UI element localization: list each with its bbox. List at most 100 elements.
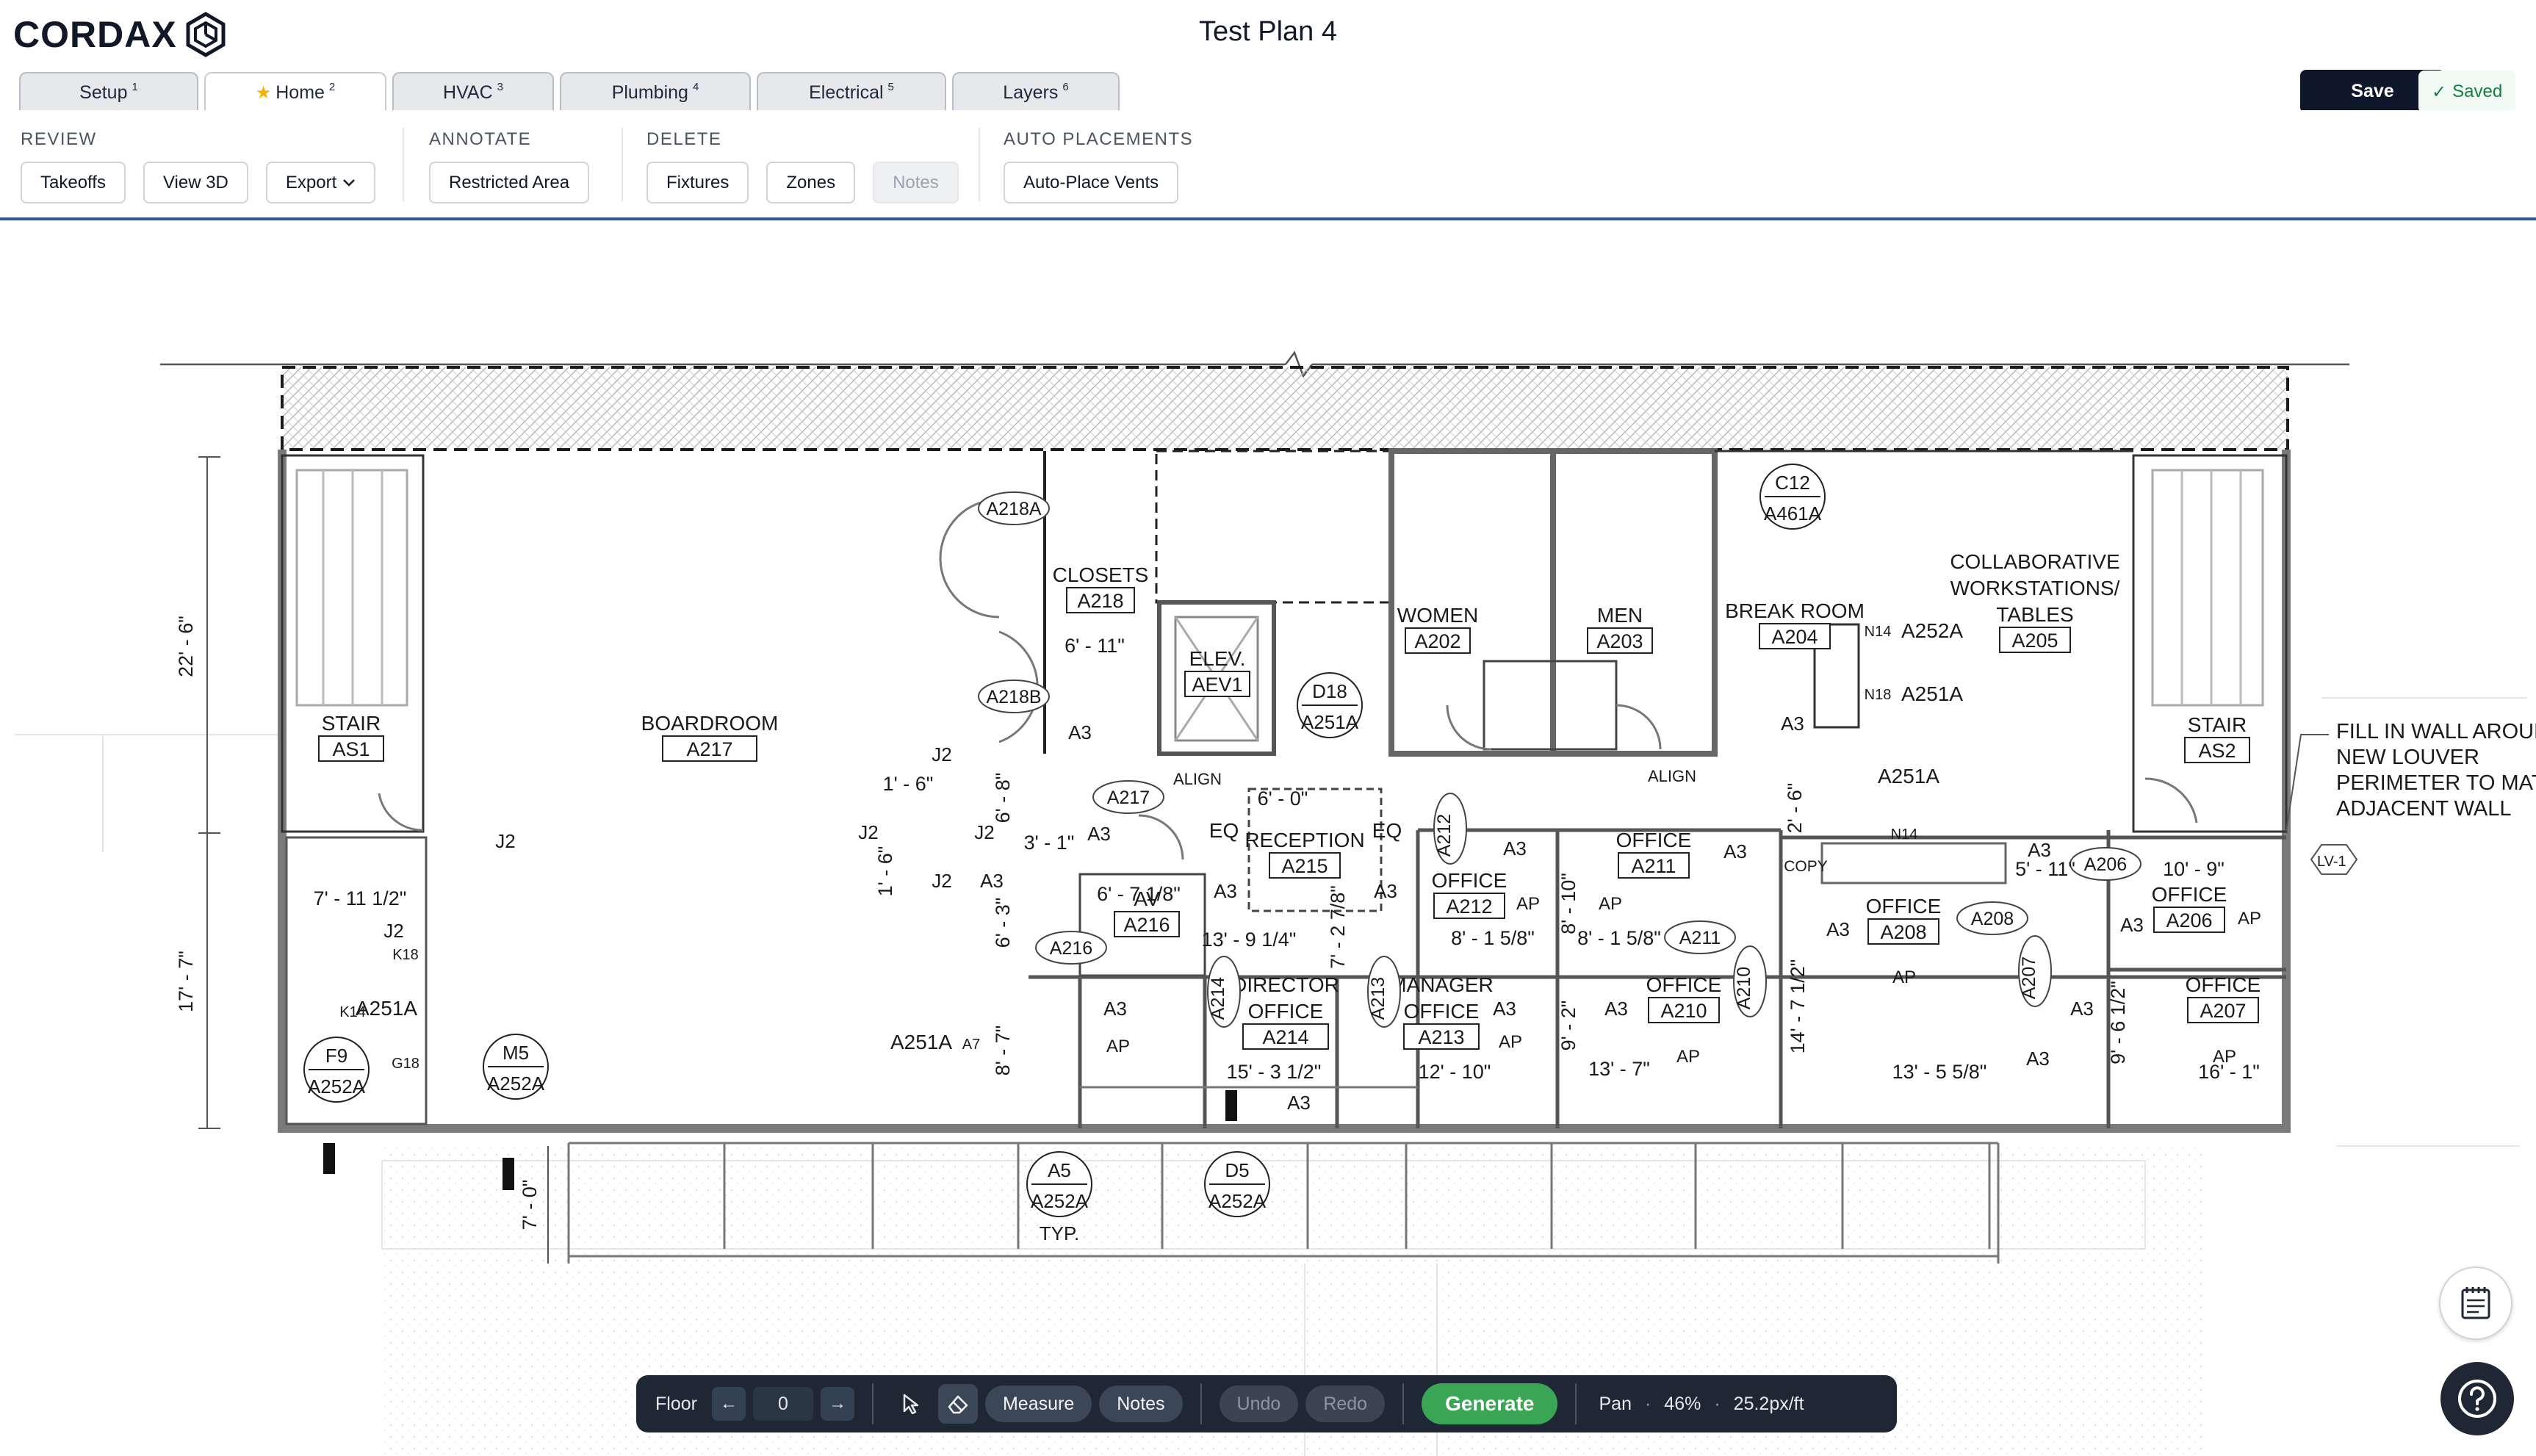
dimension-label: 6' - 7 1/8" xyxy=(1097,883,1181,905)
room-name: OFFICE xyxy=(2186,973,2261,996)
dimension-label: 13' - 7" xyxy=(1588,1058,1650,1080)
callout-top: C12 xyxy=(1775,472,1810,494)
room-tag: A203 xyxy=(1596,630,1643,652)
tab-setup[interactable]: Setup 1 xyxy=(19,72,198,112)
divider xyxy=(1575,1383,1577,1424)
door-tag: A216 xyxy=(1050,938,1092,959)
tab-shortcut: 3 xyxy=(497,81,503,93)
tab-plumbing[interactable]: Plumbing 4 xyxy=(560,72,751,112)
dimension-label: 10' - 9" xyxy=(2163,858,2225,880)
separator-dot: · xyxy=(1714,1393,1721,1414)
eraser-tool-button[interactable] xyxy=(937,1384,978,1424)
room-tag: A204 xyxy=(1771,626,1818,648)
tab-electrical[interactable]: Electrical 5 xyxy=(757,72,946,112)
room-name: TABLES xyxy=(1996,603,2073,626)
callout-bottom: A252A xyxy=(308,1075,366,1098)
group-label: REVIEW xyxy=(21,129,97,149)
generate-button[interactable]: Generate xyxy=(1422,1383,1558,1424)
tab-layers[interactable]: Layers 6 xyxy=(952,72,1120,112)
a3-tag: A3 xyxy=(980,870,1004,892)
note-line-3: PERIMETER TO MATCH xyxy=(2336,771,2536,795)
notepad-icon xyxy=(2461,1287,2490,1319)
redo-button[interactable]: Redo xyxy=(1305,1385,1386,1422)
annotate-group: ANNOTATE Restricted Area xyxy=(429,129,590,203)
zoom-level: 46% xyxy=(1664,1393,1701,1414)
mode-tabs: Setup 1 ★ Home 2 HVAC 3 Plumbing 4 Electrical… xyxy=(19,72,1120,112)
a3-tag: A3 xyxy=(1068,721,1092,743)
a3-tag: A3 xyxy=(1287,1092,1311,1114)
delete-fixtures-button[interactable]: Fixtures xyxy=(646,162,749,203)
saved-label: Saved xyxy=(2452,82,2503,101)
tab-home[interactable]: ★ Home 2 xyxy=(204,72,386,112)
dimension-label: 6' - 11" xyxy=(1065,635,1125,657)
room-tag: A217 xyxy=(686,738,732,760)
a3-tag: A3 xyxy=(2026,1048,2050,1070)
room-tag: A218 xyxy=(1077,590,1123,612)
floor-prev-button[interactable]: ← xyxy=(711,1387,746,1421)
room-tag: A207 xyxy=(2200,1000,2246,1022)
dimension-label: 6' - 8" xyxy=(992,773,1014,823)
dimension-label: 13' - 5 5/8" xyxy=(1892,1061,1987,1083)
ap-tag: AP xyxy=(1676,1047,1700,1067)
notes-panel-button[interactable] xyxy=(2439,1266,2512,1340)
ribbon-toolbar: REVIEW Takeoffs View 3D Export ANNOTATE … xyxy=(0,110,2536,220)
door-tag: A210 xyxy=(1734,967,1754,1009)
view-status: Pan · 46% · 25.2px/ft xyxy=(1594,1394,1804,1415)
tab-hvac[interactable]: HVAC 3 xyxy=(392,72,554,112)
chevron-down-icon xyxy=(343,179,356,187)
divider xyxy=(403,128,404,201)
callout-top: A5 xyxy=(1048,1159,1071,1181)
dimension-label: 8' - 7" xyxy=(992,1026,1014,1076)
view-3d-button[interactable]: View 3D xyxy=(143,162,248,203)
wall-note: FILL IN WALL AROUND NEW LOUVER PERIMETER… xyxy=(2285,720,2536,875)
tab-shortcut: 2 xyxy=(328,81,336,93)
ap-tag: AP xyxy=(1516,894,1540,914)
dimension-label: 1' - 6" xyxy=(874,846,896,897)
room-name: DIRECTOR xyxy=(1232,973,1339,996)
review-group: REVIEW Takeoffs View 3D Export xyxy=(21,129,376,203)
room-tag: A214 xyxy=(1262,1026,1308,1048)
room-name: BREAK ROOM xyxy=(1725,599,1865,622)
a3-tag: A3 xyxy=(1087,823,1111,845)
room-name: RECEPTION xyxy=(1244,829,1364,851)
ap-tag: AP xyxy=(1599,894,1622,914)
export-dropdown[interactable]: Export xyxy=(265,162,376,203)
callout-top: M5 xyxy=(502,1042,529,1064)
notes-tool-button[interactable]: Notes xyxy=(1099,1385,1183,1422)
a3-tag: A3 xyxy=(1781,713,1804,735)
delete-notes-button[interactable]: Notes xyxy=(873,162,959,203)
room-name: OFFICE xyxy=(1404,1000,1480,1023)
delete-zones-button[interactable]: Zones xyxy=(766,162,856,203)
dimension-label: 17' - 7" xyxy=(175,951,197,1012)
tab-label: Home xyxy=(275,82,325,103)
takeoffs-button[interactable]: Takeoffs xyxy=(21,162,126,203)
tab-label: Layers xyxy=(1003,82,1059,103)
eraser-icon xyxy=(948,1395,968,1414)
floor-next-button[interactable]: → xyxy=(820,1387,854,1421)
help-button[interactable] xyxy=(2440,1362,2514,1435)
door-tag: A211 xyxy=(1679,928,1721,948)
room-name: STAIR xyxy=(322,712,381,735)
callout-bottom: A461A xyxy=(1764,502,1822,525)
j2-tag: J2 xyxy=(383,920,403,942)
plan-canvas[interactable]: STAIR AS1 BOARDROOM A217 CLOSETS A218 ELEV. AEV… xyxy=(0,223,2536,1456)
check-icon: ✓ xyxy=(2432,82,2447,102)
dimension-label: 7' - 11 1/2" xyxy=(314,887,407,909)
room-tag: A206 xyxy=(2166,909,2212,931)
dimension-label: 9' - 6 1/2" xyxy=(2107,981,2129,1064)
door-tag: A218B xyxy=(986,687,1041,707)
select-tool-button[interactable] xyxy=(891,1384,931,1424)
group-label: AUTO PLACEMENTS xyxy=(1004,129,1194,149)
align-note: ALIGN xyxy=(1648,767,1696,785)
undo-button[interactable]: Undo xyxy=(1219,1385,1299,1422)
arrow-right-icon: → xyxy=(828,1394,846,1413)
callout-bottom: A252A xyxy=(1031,1190,1089,1212)
restricted-area-button[interactable]: Restricted Area xyxy=(429,162,590,203)
floor-number-field[interactable]: 0 xyxy=(752,1387,813,1421)
mode-label: Pan xyxy=(1599,1393,1632,1414)
group-label: DELETE xyxy=(646,129,722,149)
align-note: ALIGN xyxy=(1173,770,1222,788)
measure-button[interactable]: Measure xyxy=(984,1385,1092,1422)
auto-place-vents-button[interactable]: Auto-Place Vents xyxy=(1004,162,1179,203)
tab-label: Electrical xyxy=(809,82,884,103)
